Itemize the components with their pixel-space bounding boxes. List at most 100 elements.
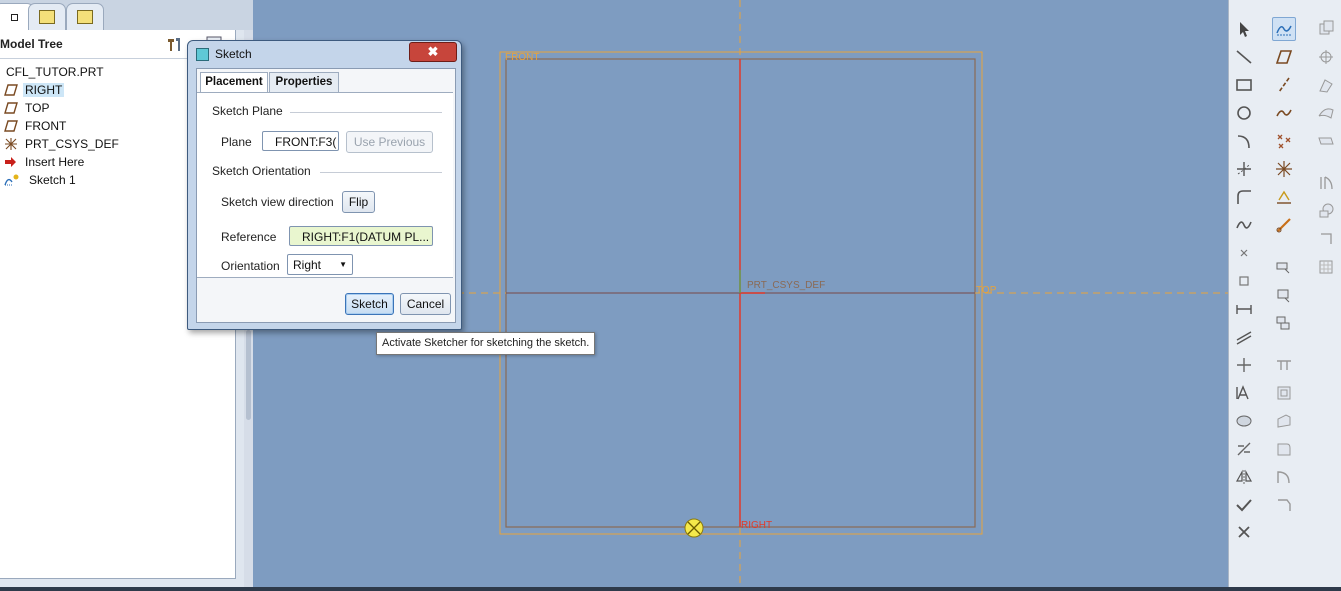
annotation-icon[interactable] xyxy=(1273,214,1295,236)
folder-icon xyxy=(77,10,93,24)
front-label: FRONT xyxy=(505,52,539,63)
point-icon[interactable] xyxy=(1233,158,1255,180)
trim-icon[interactable] xyxy=(1315,228,1337,250)
csys-tool-icon[interactable] xyxy=(1273,158,1295,180)
view-direction-label: Sketch view direction xyxy=(221,195,334,209)
close-button[interactable]: ✖ xyxy=(409,42,457,62)
tree-item-label: Insert Here xyxy=(25,154,85,169)
centerline-icon[interactable] xyxy=(1233,354,1255,376)
layers-icon xyxy=(39,10,55,24)
curve-icon[interactable] xyxy=(1273,102,1295,124)
cancel-x-icon[interactable] xyxy=(1233,521,1255,543)
datum-plane-icon xyxy=(4,101,18,114)
boundary-icon[interactable] xyxy=(1315,102,1337,124)
favorites-tab[interactable] xyxy=(66,3,104,30)
grid-icon[interactable] xyxy=(1315,256,1337,278)
rectangle-icon[interactable] xyxy=(1233,74,1255,96)
text-icon[interactable] xyxy=(1233,382,1255,404)
constraint-icon[interactable] xyxy=(1233,326,1255,348)
tree-item-label: RIGHT xyxy=(23,82,65,97)
fillet-icon[interactable] xyxy=(1233,186,1255,208)
tab-properties[interactable]: Properties xyxy=(269,72,339,92)
sketch-dialog-icon xyxy=(196,48,209,61)
right-label: RIGHT xyxy=(741,520,772,531)
round-icon[interactable] xyxy=(1273,438,1295,460)
csys-icon xyxy=(4,137,18,150)
section-separator xyxy=(320,172,442,173)
tab-placement[interactable]: Placement xyxy=(200,72,268,93)
datum-plane-icon xyxy=(4,83,18,96)
orientation-select[interactable]: Right ▼ xyxy=(287,254,353,275)
small-x-icon[interactable] xyxy=(1233,242,1255,264)
tree-item-insert-here[interactable]: Insert Here xyxy=(4,153,86,170)
datum-point-icon[interactable] xyxy=(1273,130,1295,152)
dimension-icon[interactable] xyxy=(1233,298,1255,320)
tree-settings-icon[interactable] xyxy=(165,35,183,53)
tree-item-front[interactable]: FRONT xyxy=(4,117,68,134)
tree-item-label: PRT_CSYS_DEF xyxy=(25,136,119,151)
chamfer-icon[interactable] xyxy=(1273,466,1295,488)
arc-icon[interactable] xyxy=(1233,130,1255,152)
draft-icon[interactable] xyxy=(1273,410,1295,432)
section-separator xyxy=(290,112,442,113)
split-icon[interactable] xyxy=(1315,172,1337,194)
blend-icon[interactable] xyxy=(1315,130,1337,152)
sketch-icon xyxy=(4,174,19,186)
auto-round-icon[interactable] xyxy=(1273,494,1295,516)
flip-button[interactable]: Flip xyxy=(342,191,375,213)
ok-check-icon[interactable] xyxy=(1233,494,1255,516)
circle-icon[interactable] xyxy=(1233,102,1255,124)
copy-icon[interactable] xyxy=(1315,17,1337,39)
reference-label: Reference xyxy=(221,230,277,244)
top-label: TOP xyxy=(976,285,997,296)
dialog-title: Sketch xyxy=(215,47,252,61)
plane-field[interactable]: FRONT:F3( xyxy=(262,131,339,151)
placement-panel: Sketch Plane Plane FRONT:F3( Use Previou… xyxy=(197,92,453,278)
tree-item-label: FRONT xyxy=(25,118,67,133)
layers-tab[interactable] xyxy=(28,3,66,30)
tooltip: Activate Sketcher for sketching the sket… xyxy=(376,332,596,355)
sketch-plane-section-title: Sketch Plane xyxy=(212,104,283,118)
sketch-tool-icon[interactable] xyxy=(1272,17,1296,41)
select-arrow-icon[interactable] xyxy=(1233,18,1255,40)
use-previous-button[interactable]: Use Previous xyxy=(346,131,433,153)
mirror-icon[interactable] xyxy=(1233,466,1255,488)
dialog-titlebar[interactable]: Sketch ✖ xyxy=(188,41,461,67)
orientation-label: Orientation xyxy=(221,259,280,273)
tree-item-right[interactable]: RIGHT xyxy=(4,81,65,98)
spline-icon[interactable] xyxy=(1233,214,1255,236)
tree-item-label: Sketch 1 xyxy=(29,172,76,187)
surface-icon[interactable] xyxy=(1315,74,1337,96)
reference-field[interactable]: RIGHT:F1(DATUM PL... xyxy=(289,226,433,246)
sketch-orientation-section-title: Sketch Orientation xyxy=(212,164,311,178)
sweep-icon[interactable] xyxy=(1273,312,1295,334)
offset-icon[interactable] xyxy=(1233,270,1255,292)
tree-item-label: CFL_TUTOR.PRT xyxy=(6,64,104,79)
line-icon[interactable] xyxy=(1233,46,1255,68)
pattern-icon[interactable] xyxy=(1315,46,1337,68)
tree-item-sketch[interactable]: Sketch 1 xyxy=(4,171,78,188)
plane-icon[interactable] xyxy=(1273,46,1295,68)
orientation-value: Right xyxy=(293,258,322,272)
csys-label: PRT_CSYS_DEF xyxy=(747,280,825,291)
extrude-icon[interactable] xyxy=(1273,256,1295,278)
sash-grip[interactable] xyxy=(246,330,251,420)
insert-arrow-icon xyxy=(4,156,18,168)
plane-label: Plane xyxy=(221,135,252,149)
model-tree-title: Model Tree xyxy=(0,37,63,51)
revolve-icon[interactable] xyxy=(1273,284,1295,306)
tree-item-top[interactable]: TOP xyxy=(4,99,51,116)
axis-icon[interactable] xyxy=(1273,74,1295,96)
merge-icon[interactable] xyxy=(1315,200,1337,222)
analysis-icon[interactable] xyxy=(1273,186,1295,208)
rib-icon[interactable] xyxy=(1273,354,1295,376)
tree-item-csys[interactable]: PRT_CSYS_DEF xyxy=(4,135,121,152)
palette-icon[interactable] xyxy=(1233,410,1255,432)
shell-icon[interactable] xyxy=(1273,382,1295,404)
cancel-button[interactable]: Cancel xyxy=(400,293,451,315)
orientation-marker-icon[interactable] xyxy=(684,518,704,538)
modify-icon[interactable] xyxy=(1233,438,1255,460)
sketch-button[interactable]: Sketch xyxy=(345,293,394,315)
sketch-dialog: Sketch ✖ Placement Properties Sketch Pla… xyxy=(187,40,462,330)
tree-item-part[interactable]: CFL_TUTOR.PRT xyxy=(4,63,106,80)
